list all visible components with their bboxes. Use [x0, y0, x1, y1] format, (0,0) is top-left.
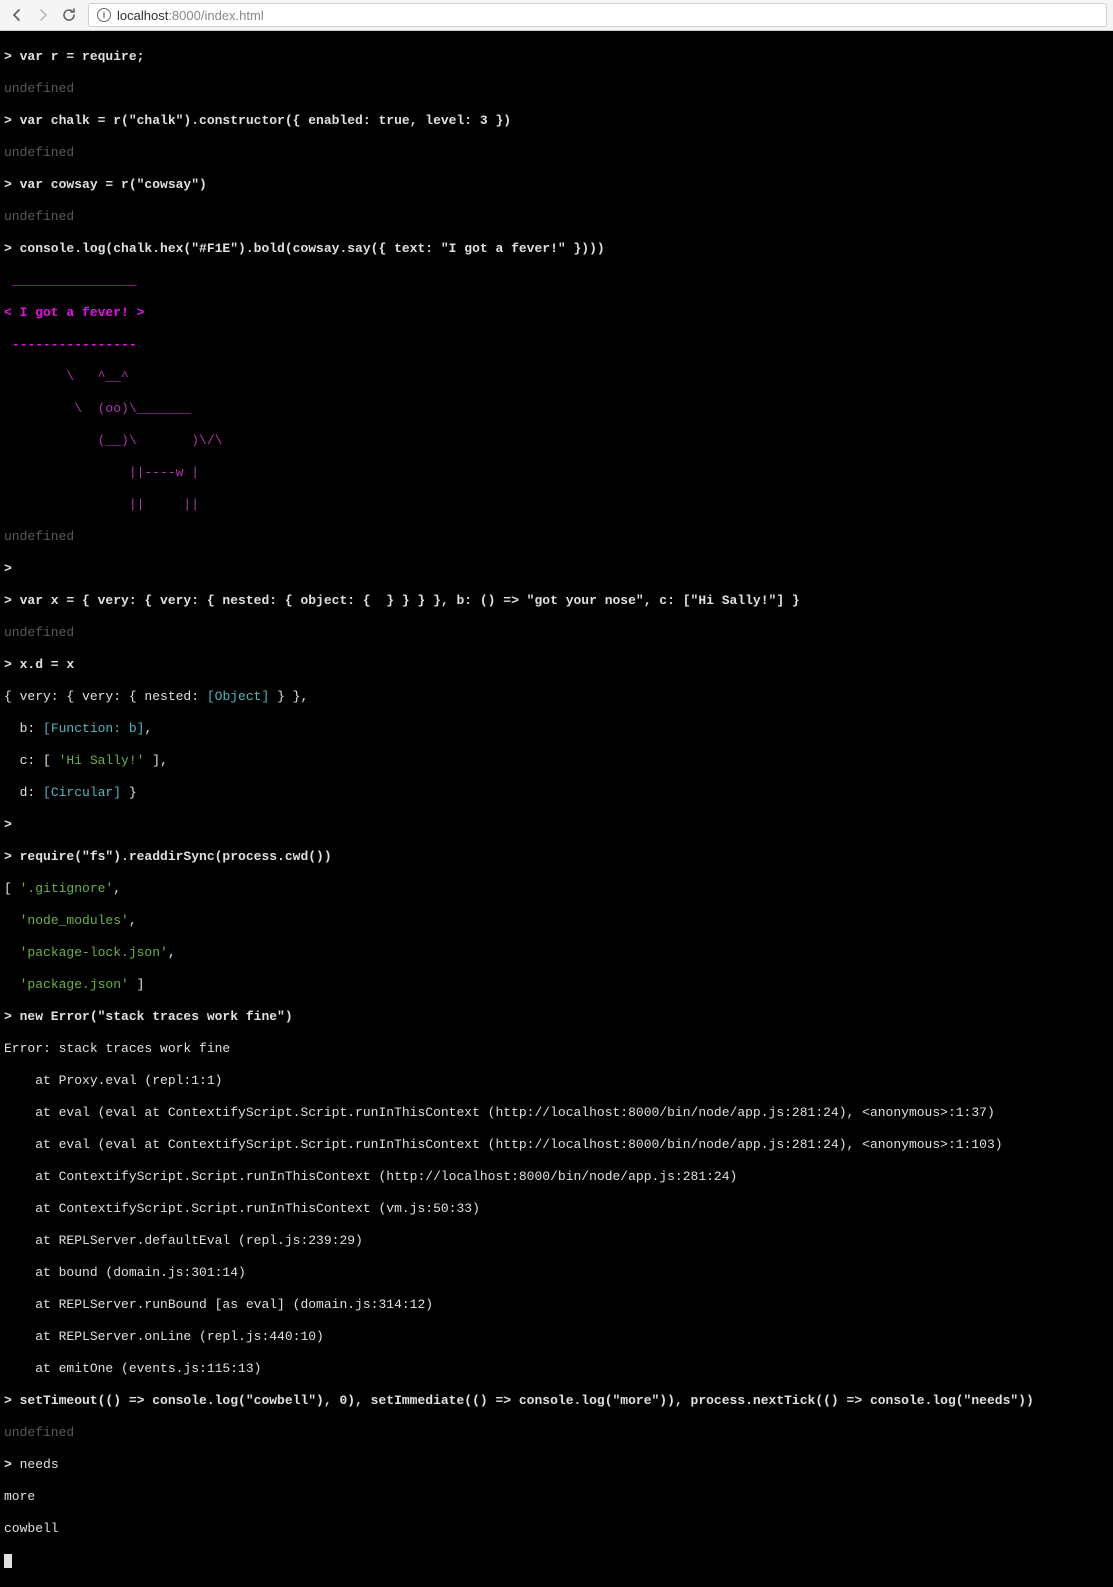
stack-trace: at ContextifyScript.Script.runInThisCont…: [4, 1201, 1109, 1217]
cowsay-output: ----------------: [4, 337, 1109, 353]
repl-output: undefined: [4, 209, 1109, 225]
console-output: cowbell: [4, 1521, 1109, 1537]
repl-output: c: [ 'Hi Sally!' ],: [4, 753, 1109, 769]
arrow-right-icon: [35, 7, 51, 23]
cowsay-output: (__)\ )\/\: [4, 433, 1109, 449]
repl-output: { very: { very: { nested: [Object] } },: [4, 689, 1109, 705]
stack-trace: at eval (eval at ContextifyScript.Script…: [4, 1137, 1109, 1153]
console-output: more: [4, 1489, 1109, 1505]
stack-trace: at eval (eval at ContextifyScript.Script…: [4, 1105, 1109, 1121]
stack-trace: at bound (domain.js:301:14): [4, 1265, 1109, 1281]
reload-icon: [61, 7, 77, 23]
cowsay-output: || ||: [4, 497, 1109, 513]
repl-input: > new Error("stack traces work fine"): [4, 1009, 1109, 1025]
stack-trace: at REPLServer.runBound [as eval] (domain…: [4, 1297, 1109, 1313]
repl-output: undefined: [4, 81, 1109, 97]
forward-button[interactable]: [32, 4, 54, 26]
terminal-output[interactable]: > var r = require; undefined > var chalk…: [0, 31, 1113, 1587]
url-bar[interactable]: i localhost:8000/index.html: [88, 3, 1107, 27]
repl-input: > var x = { very: { very: { nested: { ob…: [4, 593, 1109, 609]
stack-trace: at REPLServer.defaultEval (repl.js:239:2…: [4, 1233, 1109, 1249]
repl-output: d: [Circular] }: [4, 785, 1109, 801]
error-output: Error: stack traces work fine: [4, 1041, 1109, 1057]
repl-input: >: [4, 817, 1109, 833]
stack-trace: at emitOne (events.js:115:13): [4, 1361, 1109, 1377]
stack-trace: at ContextifyScript.Script.runInThisCont…: [4, 1169, 1109, 1185]
stack-trace: at REPLServer.onLine (repl.js:440:10): [4, 1329, 1109, 1345]
repl-input: > var chalk = r("chalk").constructor({ e…: [4, 113, 1109, 129]
stack-trace: at Proxy.eval (repl:1:1): [4, 1073, 1109, 1089]
url-text: localhost:8000/index.html: [117, 8, 264, 23]
repl-output: 'package-lock.json',: [4, 945, 1109, 961]
repl-output: 'package.json' ]: [4, 977, 1109, 993]
repl-line: > needs: [4, 1457, 1109, 1473]
cursor-line[interactable]: [4, 1553, 1109, 1569]
repl-output: b: [Function: b],: [4, 721, 1109, 737]
cowsay-output: < I got a fever! >: [4, 305, 1109, 321]
nav-buttons: [6, 4, 80, 26]
repl-output: undefined: [4, 145, 1109, 161]
repl-output: [ '.gitignore',: [4, 881, 1109, 897]
browser-toolbar: i localhost:8000/index.html: [0, 0, 1113, 31]
site-info-icon[interactable]: i: [97, 8, 111, 22]
repl-input: > var cowsay = r("cowsay"): [4, 177, 1109, 193]
cowsay-output: \ ^__^: [4, 369, 1109, 385]
repl-output: 'node_modules',: [4, 913, 1109, 929]
cowsay-output: ||----w |: [4, 465, 1109, 481]
cowsay-output: ________________: [4, 273, 1109, 289]
back-button[interactable]: [6, 4, 28, 26]
cowsay-output: \ (oo)\_______: [4, 401, 1109, 417]
repl-input: > var r = require;: [4, 49, 1109, 65]
repl-output: undefined: [4, 625, 1109, 641]
repl-input: >: [4, 561, 1109, 577]
arrow-left-icon: [9, 7, 25, 23]
url-port: :8000: [168, 8, 201, 23]
repl-input: > require("fs").readdirSync(process.cwd(…: [4, 849, 1109, 865]
reload-button[interactable]: [58, 4, 80, 26]
repl-input: > console.log(chalk.hex("#F1E").bold(cow…: [4, 241, 1109, 257]
repl-output: undefined: [4, 529, 1109, 545]
url-host: localhost: [117, 8, 168, 23]
repl-input: > x.d = x: [4, 657, 1109, 673]
repl-output: undefined: [4, 1425, 1109, 1441]
terminal-cursor: [4, 1554, 12, 1568]
url-path: /index.html: [201, 8, 264, 23]
repl-input: > setTimeout(() => console.log("cowbell"…: [4, 1393, 1109, 1409]
